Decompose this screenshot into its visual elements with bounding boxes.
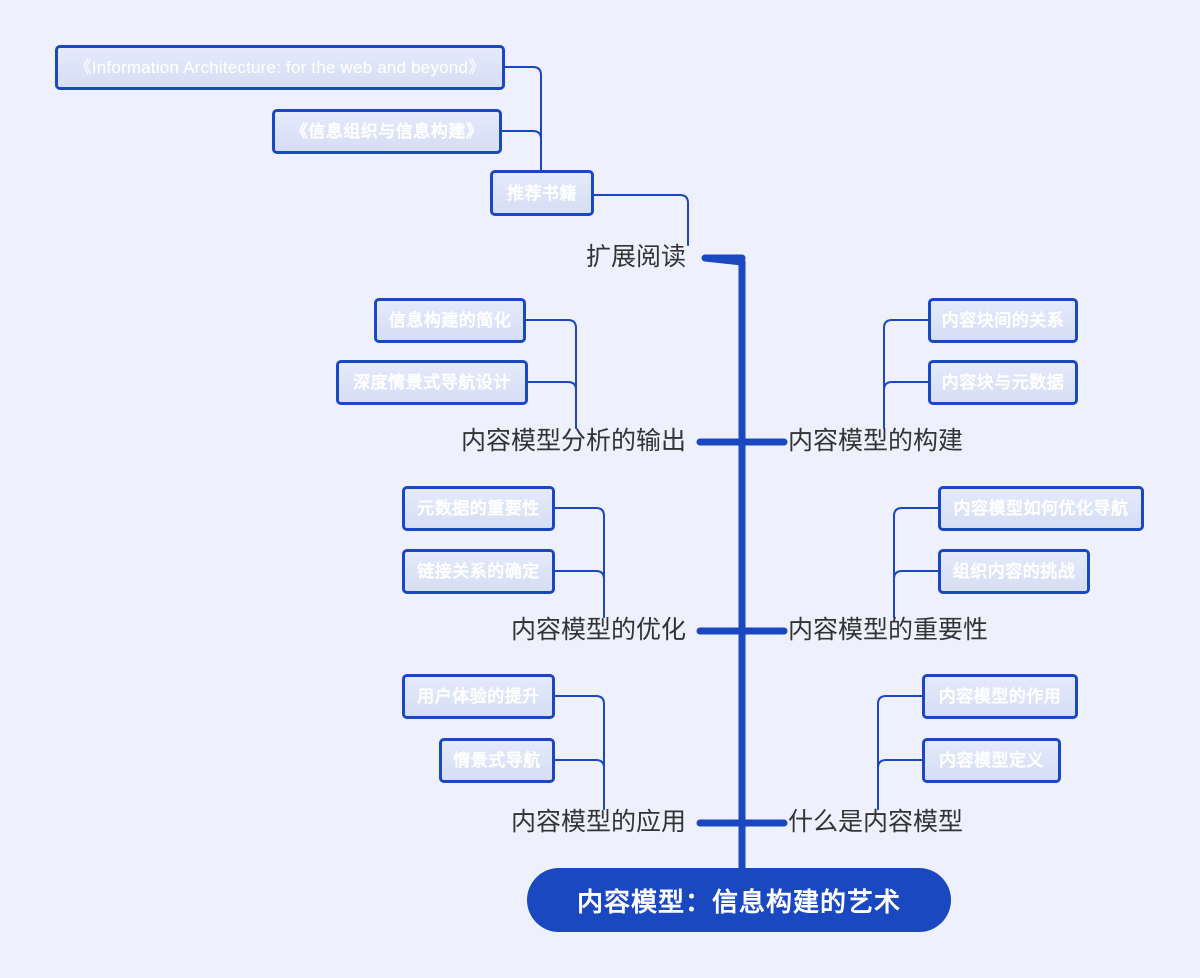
leaf-book-info-org-ia[interactable]: 《信息组织与信息构建》 <box>272 109 502 154</box>
leaf-relations-between-content-blocks[interactable]: 内容块间的关系 <box>928 298 1078 343</box>
wire-deep-contextual-nav <box>527 381 577 429</box>
wire-optimize-nav <box>893 507 939 618</box>
leaf-recommended-books[interactable]: 推荐书籍 <box>490 170 594 216</box>
leaf-content-model-definition[interactable]: 内容模型定义 <box>922 738 1061 783</box>
leaf-simplify-ia[interactable]: 信息构建的简化 <box>374 298 526 343</box>
wire-improve-ux <box>554 695 605 810</box>
branch-label-content-model-analysis-output[interactable]: 内容模型分析的输出 <box>386 429 686 454</box>
wire-importance-metadata <box>554 507 605 618</box>
wire-relations-content-blocks <box>883 319 929 429</box>
wire-book-info-org <box>501 130 542 171</box>
leaf-how-content-model-optimizes-nav[interactable]: 内容模型如何优化导航 <box>938 486 1144 531</box>
leaf-deep-contextual-nav-design[interactable]: 深度情景式导航设计 <box>336 360 528 405</box>
wire-content-blocks-metadata <box>883 381 929 429</box>
leaf-importance-of-metadata[interactable]: 元数据的重要性 <box>402 486 555 531</box>
branch-label-content-model-importance[interactable]: 内容模型的重要性 <box>788 618 1108 643</box>
wire-content-model-definition <box>877 759 923 810</box>
branch-label-what-is-content-model[interactable]: 什么是内容模型 <box>788 810 1108 835</box>
leaf-role-of-content-model[interactable]: 内容模型的作用 <box>922 674 1078 719</box>
wire-book-ia-web <box>504 66 542 171</box>
branch-label-content-model-optimization[interactable]: 内容模型的优化 <box>386 618 686 643</box>
leaf-content-blocks-and-metadata[interactable]: 内容块与元数据 <box>928 360 1078 405</box>
trunk-top-cap <box>701 254 746 266</box>
wire-simplify-ia <box>525 319 577 429</box>
branch-label-extended-reading[interactable]: 扩展阅读 <box>386 245 686 270</box>
wire-organizing-challenge <box>893 570 939 618</box>
mindmap-canvas: 《Information Architecture: for the web a… <box>0 0 1200 978</box>
branch-label-content-model-construction[interactable]: 内容模型的构建 <box>788 429 1108 454</box>
wire-link-relations <box>554 570 605 618</box>
branch-label-content-model-application[interactable]: 内容模型的应用 <box>386 810 686 835</box>
leaf-contextual-navigation[interactable]: 情景式导航 <box>439 738 555 783</box>
leaf-challenge-of-organizing-content[interactable]: 组织内容的挑战 <box>938 549 1090 594</box>
wire-role-of-content-model <box>877 695 923 810</box>
root-node[interactable]: 内容模型：信息构建的艺术 <box>527 868 951 932</box>
wire-recommended-books-to-branch <box>593 194 689 246</box>
wire-contextual-nav <box>554 759 605 810</box>
leaf-determining-link-relations[interactable]: 链接关系的确定 <box>402 549 555 594</box>
leaf-improving-user-experience[interactable]: 用户体验的提升 <box>402 674 555 719</box>
leaf-book-ia-web-beyond[interactable]: 《Information Architecture: for the web a… <box>55 45 505 90</box>
